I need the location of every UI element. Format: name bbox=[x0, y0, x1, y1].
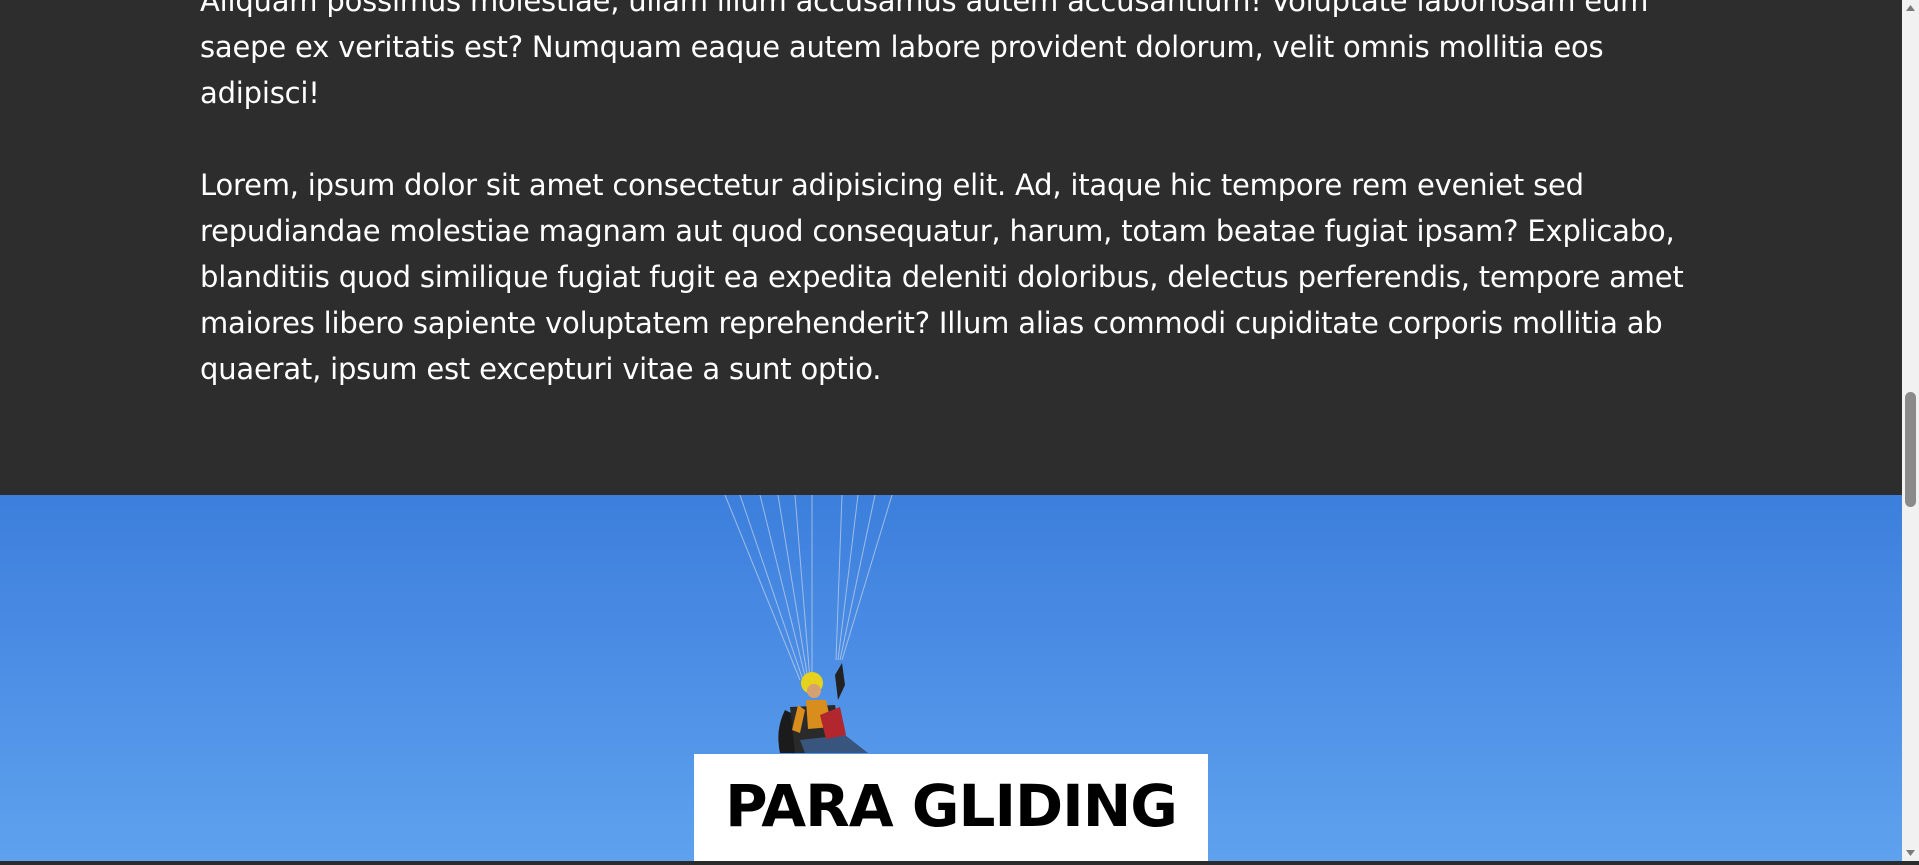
scrollbar-thumb[interactable] bbox=[1905, 392, 1916, 507]
article-paragraph-1: Aliquam possimus molestiae, ullam illum … bbox=[200, 0, 1649, 110]
page-viewport: Aliquam possimus molestiae, ullam illum … bbox=[0, 0, 1902, 861]
hero-title-card: PARA GLIDING bbox=[694, 754, 1208, 861]
paraglider-pilot bbox=[778, 663, 868, 753]
article-text: Aliquam possimus molestiae, ullam illum … bbox=[200, 0, 1690, 438]
vertical-scrollbar[interactable] bbox=[1902, 0, 1919, 861]
article-section: Aliquam possimus molestiae, ullam illum … bbox=[0, 0, 1902, 495]
paragliding-hero: PARA GLIDING bbox=[0, 495, 1902, 861]
paraglider-lines bbox=[724, 495, 893, 681]
article-paragraph-2: Lorem, ipsum dolor sit amet consectetur … bbox=[200, 168, 1684, 386]
triangle-up-icon[interactable] bbox=[1902, 0, 1919, 17]
hero-title: PARA GLIDING bbox=[725, 772, 1178, 840]
triangle-down-icon[interactable] bbox=[1902, 844, 1919, 861]
